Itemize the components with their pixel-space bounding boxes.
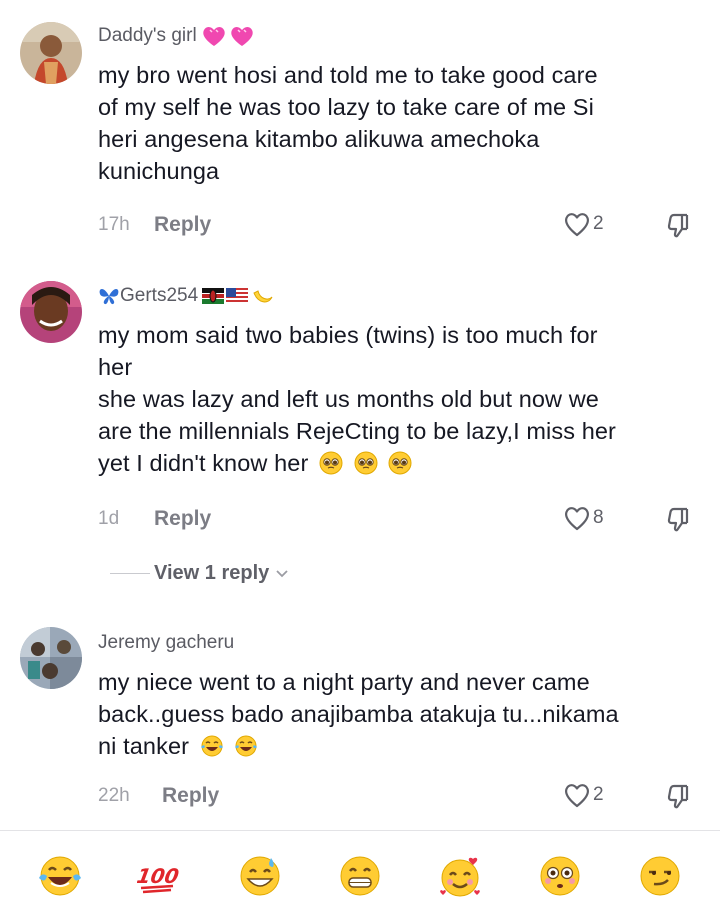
thumbs-down-icon [667,507,689,532]
comment-time: 1d [98,508,120,529]
heart-outline-icon [565,213,589,237]
tears-of-joy-icon [235,735,258,757]
reply-button[interactable]: Reply [154,507,211,531]
comment-text: my mom said two babies (twins) is too mu… [98,322,616,476]
comment-username[interactable]: Daddy's girl [98,24,255,48]
flushed-face-emoji-button[interactable] [536,852,584,900]
heart-outline-icon [565,507,589,531]
grinning-sweat-icon [240,856,280,896]
butterfly-icon [99,289,119,305]
heart-emoji-icon [201,25,255,47]
smirking-face-icon [640,856,680,896]
dislike-button[interactable] [664,782,692,815]
smiling-face-with-hearts-icon [440,857,480,897]
comment-meta: 22h Reply [98,781,219,811]
view-replies-button[interactable]: View 1 reply [110,562,289,585]
beaming-face-icon [340,856,380,896]
reply-button[interactable]: Reply [154,213,211,237]
comment-time: 22h [98,785,130,806]
pleading-face-icon [354,451,378,475]
comment-text: my niece went to a night party and never… [98,669,619,759]
dislike-button[interactable] [664,505,692,538]
like-button[interactable]: 2 [563,211,604,237]
comment-meta: 1d Reply [98,504,211,534]
flushed-face-icon [540,856,580,896]
avatar[interactable] [20,281,82,343]
svg-text:100: 100 [137,864,181,888]
pleading-face-icon [319,451,343,475]
like-button[interactable]: 8 [563,505,604,531]
avatar[interactable] [20,627,82,689]
comment-time: 17h [98,214,130,235]
comment-text: my bro went hosi and told me to take goo… [98,62,598,184]
beaming-face-emoji-button[interactable] [336,852,384,900]
comment-username[interactable]: Gerts254 [98,284,274,308]
hundred-points-icon: 100 [137,864,181,894]
tears-of-joy-icon [200,735,223,757]
heart-outline-icon [565,784,589,808]
tears-of-joy-icon [39,856,81,896]
thumbs-down-icon [667,213,689,238]
chevron-down-icon [276,569,288,577]
dislike-button[interactable] [664,211,692,244]
emoji-quick-bar: 100 [0,838,720,914]
hundred-points-emoji-button[interactable]: 100 [136,852,184,900]
comment-meta: 17h Reply [98,210,211,240]
smiling-face-with-hearts-emoji-button[interactable] [436,852,484,900]
grinning-sweat-emoji-button[interactable] [236,852,284,900]
like-button[interactable]: 2 [563,782,604,808]
emoji-bar-divider [0,830,720,831]
avatar[interactable] [20,22,82,84]
like-count: 2 [593,213,604,234]
smirking-face-emoji-button[interactable] [636,852,684,900]
pleading-face-icon [388,451,412,475]
usa-flag-icon [226,288,249,304]
comment-username[interactable]: Jeremy gacheru [98,631,234,655]
kenya-flag-icon [202,288,225,304]
tears-of-joy-emoji-button[interactable] [36,852,84,900]
reply-thread-line [110,573,150,574]
like-count: 8 [593,507,604,528]
crescent-moon-icon [253,290,273,303]
like-count: 2 [593,784,604,805]
reply-button[interactable]: Reply [162,784,219,808]
thumbs-down-icon [667,784,689,809]
